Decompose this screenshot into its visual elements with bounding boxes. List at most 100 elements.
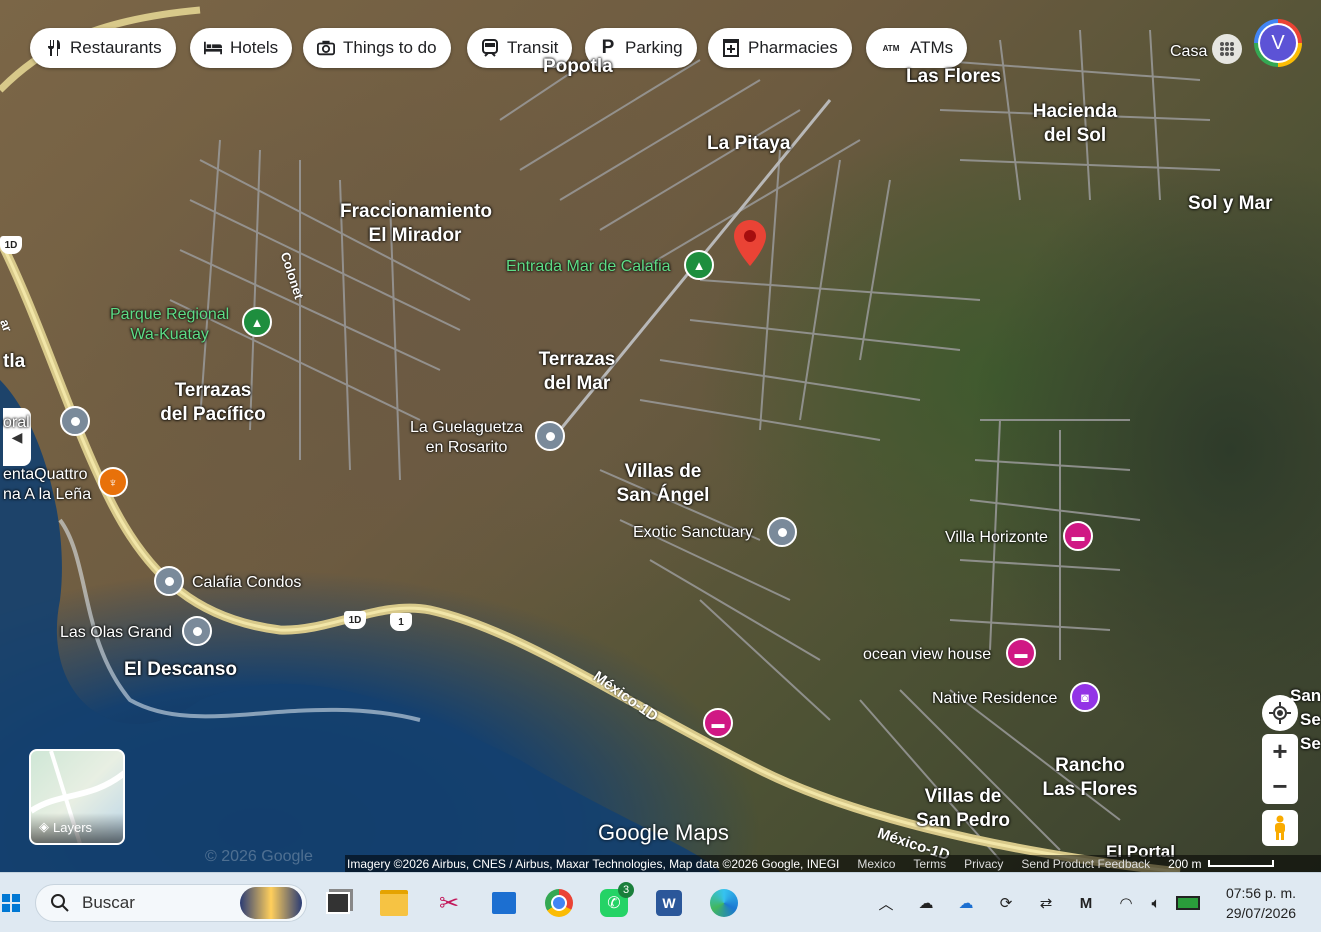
poi-label[interactable]: Exotic Sanctuary	[633, 524, 753, 542]
place-pin-icon[interactable]	[767, 517, 797, 547]
chip-pharmacies[interactable]: Pharmacies	[708, 28, 852, 68]
poi-label[interactable]: Parque Regional Wa-Kuatay	[110, 305, 229, 345]
camera-icon	[317, 39, 335, 57]
poi-label[interactable]: Calafia Condos	[192, 574, 301, 592]
restaurant-pin-icon[interactable]: ♆	[98, 467, 128, 497]
taskview-button[interactable]	[320, 885, 356, 921]
taskbar: Buscar ✂ ✆ 3 W ︿ ☁ ☁ ⟳ ⇄ M ◠ 🔈︎ 07:56 p.…	[0, 872, 1321, 932]
word-button[interactable]: W	[651, 885, 687, 921]
edge-button[interactable]	[706, 885, 742, 921]
place-label: Sol y Mar	[1188, 193, 1273, 214]
vacation-rental-pin-icon[interactable]: ◙	[1070, 682, 1100, 712]
google-maps-watermark: Google Maps	[598, 820, 729, 845]
scissors-icon: ✂	[438, 889, 460, 917]
poi-label[interactable]: entaQuattro na A la Leña	[3, 465, 91, 505]
place-label: El Descanso	[124, 659, 237, 680]
scale-label: 200 m	[1168, 856, 1202, 871]
layers-button[interactable]: ◈ Layers	[29, 749, 125, 845]
clock-date: 29/07/2026	[1225, 905, 1297, 921]
hotel-pin-icon[interactable]: ▬	[703, 708, 733, 738]
store-button[interactable]	[486, 885, 522, 921]
highway-shield-icon: 1D	[0, 236, 22, 254]
place-pin-icon[interactable]	[60, 406, 90, 436]
poi-label[interactable]: Villa Horizonte	[945, 529, 1048, 547]
layers-label: Layers	[53, 819, 93, 835]
onedrive-icon[interactable]: ☁	[954, 891, 978, 915]
battery-icon[interactable]	[1176, 891, 1200, 915]
chip-label: Pharmacies	[748, 38, 838, 57]
chrome-icon	[545, 889, 573, 917]
toggle-icon[interactable]: ⇄	[1034, 891, 1058, 915]
taskview-icon	[326, 892, 350, 914]
search-highlight-icon	[240, 887, 302, 919]
chip-hotels[interactable]: Hotels	[190, 28, 293, 68]
place-label: Fraccionamiento El Mirador	[340, 201, 493, 246]
highway-shield-icon: 1D	[344, 611, 366, 629]
windows-start-button[interactable]	[0, 885, 22, 921]
fork-knife-icon	[44, 39, 62, 57]
edge-icon	[710, 889, 738, 917]
chevron-up-icon[interactable]: ︿	[874, 891, 898, 915]
place-label: Las Flores	[906, 66, 1002, 87]
park-pin-icon[interactable]: ▲	[242, 307, 272, 337]
chip-atms[interactable]: ATM ATMs	[866, 28, 968, 68]
chrome-button[interactable]	[541, 885, 577, 921]
road-network	[0, 6, 1221, 872]
terms-link[interactable]: Terms	[913, 857, 946, 871]
chip-label: Hotels	[230, 38, 279, 57]
poi-label[interactable]: La Guelaguetza en Rosarito	[410, 418, 523, 458]
clock[interactable]: 07:56 p. m. 29/07/2026	[1214, 883, 1308, 923]
poi-label[interactable]: Las Olas Grand	[60, 624, 172, 642]
cloud-icon[interactable]: ☁	[914, 891, 938, 915]
whatsapp-button[interactable]: ✆ 3	[596, 882, 634, 921]
satellite-map[interactable]: Restaurants Hotels Things to do Transit …	[0, 0, 1321, 872]
place-label: La Pitaya	[707, 133, 791, 154]
park-pin-icon[interactable]: ▲	[684, 250, 714, 280]
apps-icon[interactable]	[1212, 34, 1242, 64]
place-label: Terrazas del Pacífico	[160, 380, 266, 425]
account-avatar[interactable]: V	[1254, 19, 1302, 67]
search-placeholder: Buscar	[82, 893, 135, 912]
country-link[interactable]: Mexico	[857, 857, 895, 871]
place-label: Hacienda del Sol	[1032, 101, 1118, 146]
scale-bar[interactable]: 200 m	[1168, 856, 1274, 871]
my-location-button[interactable]	[1262, 695, 1298, 731]
file-explorer-button[interactable]	[376, 885, 412, 921]
place-pin-icon[interactable]	[535, 421, 565, 451]
poi-label[interactable]: Entrada Mar de Calafia	[506, 258, 671, 276]
taskbar-search[interactable]: Buscar	[35, 884, 307, 922]
chip-things-to-do[interactable]: Things to do	[303, 28, 451, 68]
poi-label[interactable]: ocean view house	[863, 646, 991, 664]
sync-icon[interactable]: ⟳	[994, 891, 1018, 915]
zoom-in-button[interactable]: +	[1262, 734, 1298, 769]
imagery-credit: Imagery ©2026 Airbus, CNES / Airbus, Max…	[347, 856, 840, 871]
place-label: Terrazas del Mar	[538, 349, 616, 394]
feedback-link[interactable]: Send Product Feedback	[1021, 857, 1150, 871]
zoom-controls: + −	[1262, 734, 1298, 804]
clock-time: 07:56 p. m.	[1225, 885, 1297, 901]
scale-line	[1207, 860, 1274, 867]
place-label: Villas de San Ángel	[616, 461, 710, 506]
chip-label: Restaurants	[70, 38, 162, 57]
place-label: Rancho Las Flores	[1042, 755, 1138, 800]
place-pin-icon[interactable]	[154, 566, 184, 596]
chip-restaurants[interactable]: Restaurants	[30, 28, 176, 68]
place-pin-icon[interactable]	[182, 616, 212, 646]
zoom-out-button[interactable]: −	[1262, 769, 1298, 804]
bed-icon	[204, 39, 222, 57]
hotel-pin-icon[interactable]: ▬	[1006, 638, 1036, 668]
privacy-link[interactable]: Privacy	[964, 857, 1003, 871]
place-label: Popotla	[543, 56, 613, 77]
app-tray-icon[interactable]: M	[1074, 891, 1098, 915]
volume-icon[interactable]: 🔈︎	[1144, 891, 1168, 915]
wifi-icon[interactable]: ◠	[1114, 891, 1138, 915]
snipping-tool-button[interactable]: ✂	[431, 885, 467, 921]
hotel-pin-icon[interactable]: ▬	[1063, 521, 1093, 551]
poi-label[interactable]: Native Residence	[932, 690, 1057, 708]
dropped-pin-marker[interactable]	[733, 220, 767, 271]
street-view-button[interactable]	[1262, 810, 1298, 846]
attribution-bar: Imagery ©2026 Airbus, CNES / Airbus, Max…	[345, 855, 1321, 872]
poi-label[interactable]: oral	[3, 414, 30, 432]
train-icon	[481, 39, 499, 57]
chip-label: ATMs	[910, 38, 954, 57]
